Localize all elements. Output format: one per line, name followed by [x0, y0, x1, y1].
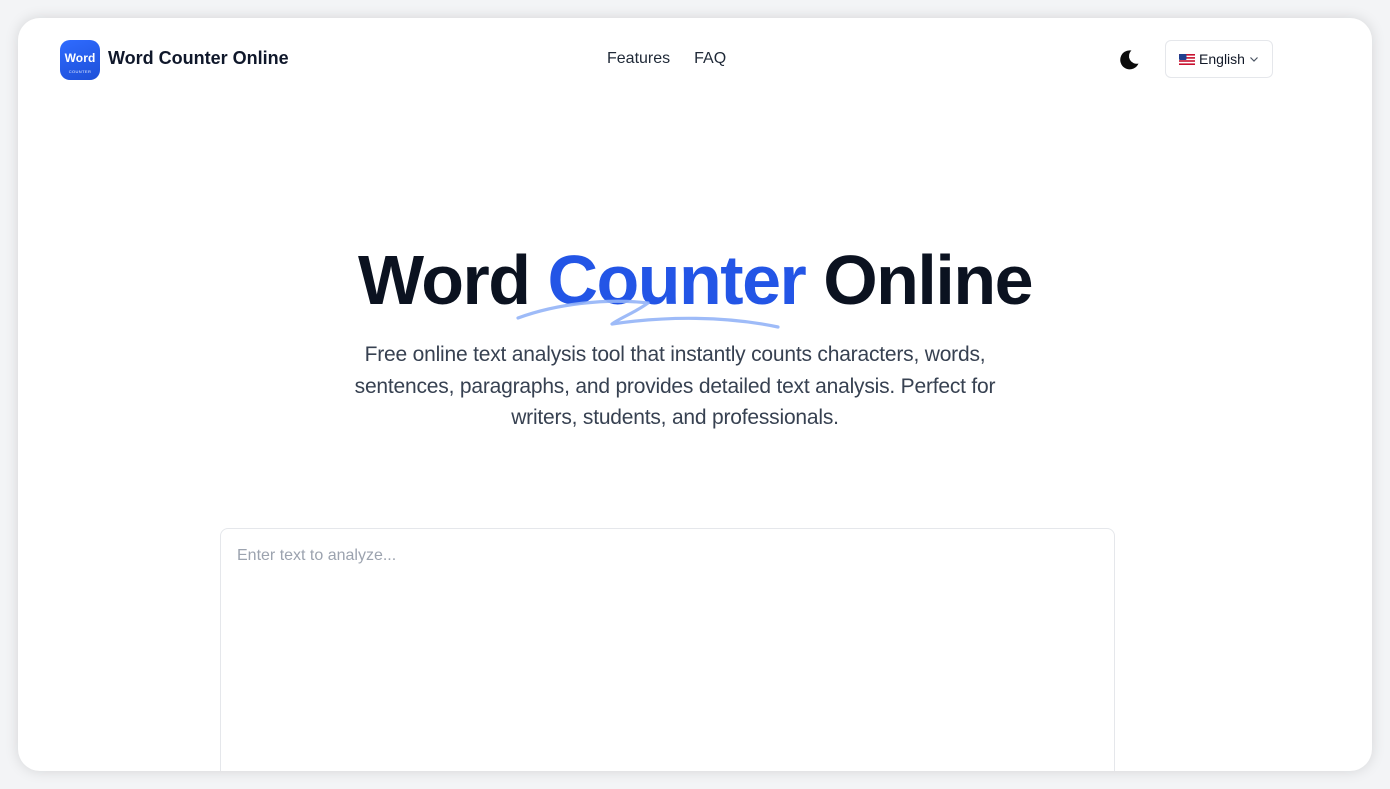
hero-subtitle: Free online text analysis tool that inst… [354, 343, 996, 429]
hero-title-part: Online [805, 241, 1033, 319]
text-input-area[interactable] [220, 528, 1115, 771]
nav-link-features[interactable]: Features [607, 50, 670, 68]
main-nav: Features FAQ [607, 50, 726, 68]
nav-link-faq[interactable]: FAQ [694, 50, 726, 68]
moon-icon [1120, 50, 1139, 70]
brand-name[interactable]: Word Counter Online [108, 48, 289, 69]
language-select[interactable]: English [1165, 40, 1273, 78]
underline-scribble-decoration [516, 299, 780, 329]
language-label: English [1199, 51, 1245, 67]
logo[interactable]: Word COUNTER [60, 40, 100, 80]
us-flag-icon [1179, 53, 1196, 65]
logo-word: Word [64, 51, 96, 65]
logo-subtext: COUNTER [68, 69, 92, 74]
app-window: Word COUNTER Word Counter Online Feature… [18, 18, 1372, 771]
chevron-down-icon [1250, 57, 1258, 62]
theme-toggle-button[interactable] [1117, 48, 1141, 72]
